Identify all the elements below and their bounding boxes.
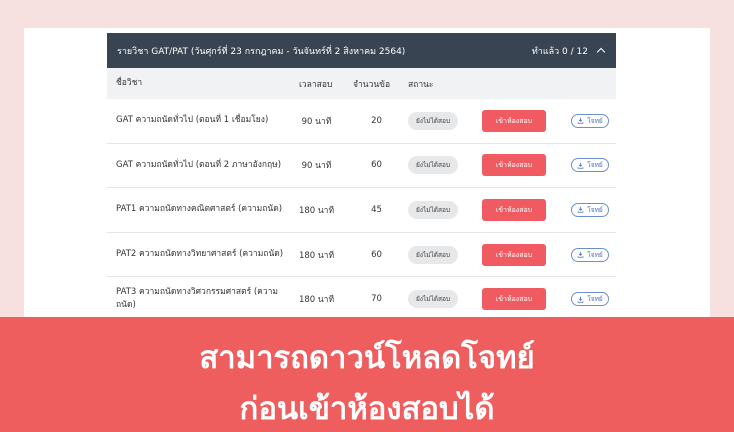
download-button[interactable]: โจทย์ bbox=[571, 292, 609, 307]
enter-cell: เข้าห้องสอบ bbox=[480, 198, 564, 221]
column-status: สถานะ bbox=[408, 79, 434, 90]
banner-line-1: สามารถดาวน์โหลดโจทย์ bbox=[199, 340, 535, 375]
download-label: โจทย์ bbox=[587, 205, 603, 214]
download-label: โจทย์ bbox=[587, 161, 603, 170]
download-cell: โจทย์ bbox=[564, 292, 616, 307]
status-cell: ยังไม่ได้สอบ bbox=[405, 245, 480, 264]
status-badge: ยังไม่ได้สอบ bbox=[408, 111, 459, 130]
promo-banner: สามารถดาวน์โหลดโจทย์ ก่อนเข้าห้องสอบได้ bbox=[0, 317, 734, 432]
exam-time: 90 นาที bbox=[301, 161, 332, 172]
enter-exam-button[interactable]: เข้าห้องสอบ bbox=[482, 243, 546, 266]
download-button[interactable]: โจทย์ bbox=[571, 202, 609, 217]
column-time: เวลาสอบ bbox=[299, 79, 333, 90]
table-header: ชื่อวิชา เวลาสอบ จำนวนข้อ สถานะ bbox=[107, 68, 616, 99]
exam-question-count: 60 bbox=[371, 160, 382, 171]
column-name: ชื่อวิชา bbox=[116, 78, 143, 88]
status-cell: ยังไม่ได้สอบ bbox=[405, 156, 480, 175]
status-badge: ยังไม่ได้สอบ bbox=[408, 290, 459, 309]
download-button[interactable]: โจทย์ bbox=[571, 158, 609, 173]
enter-exam-button[interactable]: เข้าห้องสอบ bbox=[482, 198, 546, 221]
exam-name: PAT2 ความถนัดทางวิทยาศาสตร์ (ความถนัด) bbox=[116, 249, 284, 260]
progress-text: ทำแล้ว 0 / 12 bbox=[531, 46, 588, 57]
exam-question-count: 60 bbox=[371, 249, 382, 260]
exam-time: 180 นาที bbox=[298, 205, 335, 216]
status-cell: ยังไม่ได้สอบ bbox=[405, 200, 480, 219]
exam-time: 90 นาที bbox=[301, 116, 332, 127]
download-cell: โจทย์ bbox=[564, 158, 616, 173]
enter-cell: เข้าห้องสอบ bbox=[480, 109, 564, 132]
enter-exam-button[interactable]: เข้าห้องสอบ bbox=[482, 109, 546, 132]
download-label: โจทย์ bbox=[587, 295, 603, 304]
download-button[interactable]: โจทย์ bbox=[571, 247, 609, 262]
exam-question-count: 20 bbox=[371, 115, 382, 126]
banner-line-2: ก่อนเข้าห้องสอบได้ bbox=[239, 391, 495, 426]
download-label: โจทย์ bbox=[587, 116, 603, 125]
exam-question-count: 45 bbox=[371, 204, 382, 215]
download-icon bbox=[577, 251, 584, 258]
exam-name: PAT3 ความถนัดทางวิศวกรรมศาสตร์ (ความถนัด… bbox=[116, 287, 278, 311]
enter-cell: เข้าห้องสอบ bbox=[480, 288, 564, 311]
status-badge: ยังไม่ได้สอบ bbox=[408, 156, 459, 175]
enter-cell: เข้าห้องสอบ bbox=[480, 243, 564, 266]
table-row: GAT ความถนัดทั่วไป (ตอนที่ 2 ภาษาอังกฤษ)… bbox=[107, 143, 616, 189]
exam-panel: รายวิชา GAT/PAT (วันศุกร์ที่ 23 กรกฎาคม … bbox=[107, 33, 616, 323]
exam-rows: GAT ความถนัดทั่วไป (ตอนที่ 1 เชื่อมโยง) 9… bbox=[107, 99, 616, 322]
exam-name: PAT1 ความถนัดทางคณิตศาสตร์ (ความถนัด) bbox=[116, 204, 283, 215]
enter-exam-button[interactable]: เข้าห้องสอบ bbox=[482, 154, 546, 177]
panel-title: รายวิชา GAT/PAT (วันศุกร์ที่ 23 กรกฎาคม … bbox=[117, 46, 406, 57]
chevron-up-icon[interactable] bbox=[596, 47, 606, 57]
download-cell: โจทย์ bbox=[564, 113, 616, 128]
table-row: PAT3 ความถนัดทางวิศวกรรมศาสตร์ (ความถนัด… bbox=[107, 277, 616, 322]
download-icon bbox=[577, 117, 584, 124]
header-right: ทำแล้ว 0 / 12 bbox=[531, 44, 606, 58]
download-icon bbox=[577, 207, 584, 214]
exam-question-count: 70 bbox=[371, 294, 382, 305]
table-row: PAT2 ความถนัดทางวิทยาศาสตร์ (ความถนัด) 18… bbox=[107, 232, 616, 278]
download-button[interactable]: โจทย์ bbox=[571, 113, 609, 128]
column-count: จำนวนข้อ bbox=[353, 79, 391, 90]
status-badge: ยังไม่ได้สอบ bbox=[408, 245, 459, 264]
status-cell: ยังไม่ได้สอบ bbox=[405, 290, 480, 309]
download-label: โจทย์ bbox=[587, 250, 603, 259]
enter-cell: เข้าห้องสอบ bbox=[480, 154, 564, 177]
table-row: GAT ความถนัดทั่วไป (ตอนที่ 1 เชื่อมโยง) 9… bbox=[107, 99, 616, 144]
table-row: PAT1 ความถนัดทางคณิตศาสตร์ (ความถนัด) 180… bbox=[107, 188, 616, 233]
download-cell: โจทย์ bbox=[564, 202, 616, 217]
status-badge: ยังไม่ได้สอบ bbox=[408, 200, 459, 219]
enter-exam-button[interactable]: เข้าห้องสอบ bbox=[482, 288, 546, 311]
exam-time: 180 นาที bbox=[298, 250, 335, 261]
download-cell: โจทย์ bbox=[564, 247, 616, 262]
download-icon bbox=[577, 296, 584, 303]
download-icon bbox=[577, 162, 584, 169]
status-cell: ยังไม่ได้สอบ bbox=[405, 111, 480, 130]
exam-time: 180 นาที bbox=[298, 295, 335, 306]
exam-name: GAT ความถนัดทั่วไป (ตอนที่ 1 เชื่อมโยง) bbox=[116, 115, 269, 126]
exam-name: GAT ความถนัดทั่วไป (ตอนที่ 2 ภาษาอังกฤษ) bbox=[116, 159, 282, 170]
panel-header[interactable]: รายวิชา GAT/PAT (วันศุกร์ที่ 23 กรกฎาคม … bbox=[107, 33, 616, 68]
